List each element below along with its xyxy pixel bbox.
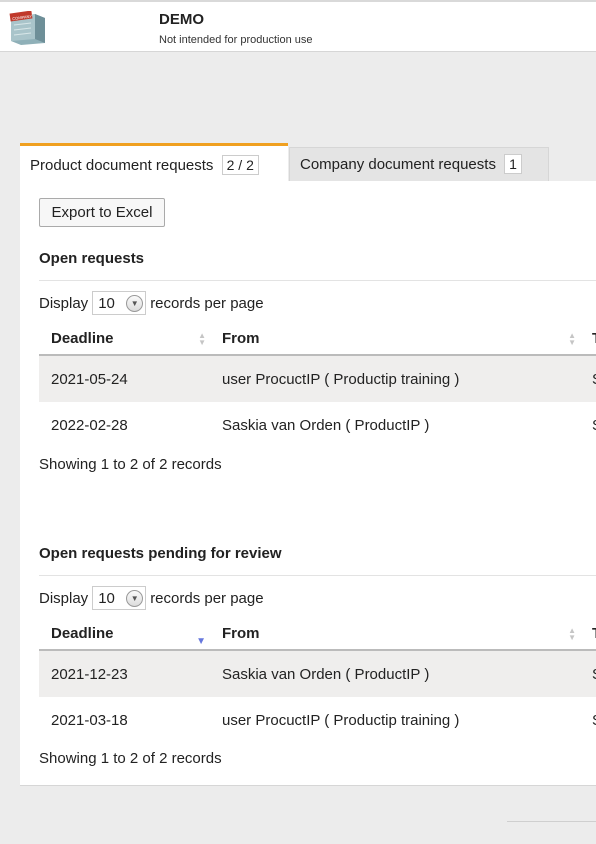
page-size-select[interactable]: 10 ▼ bbox=[92, 291, 147, 315]
records-info: Showing 1 to 2 of 2 records bbox=[39, 750, 222, 767]
app-title: DEMO bbox=[159, 11, 204, 28]
cell-to: S bbox=[580, 697, 596, 744]
divider bbox=[39, 575, 596, 576]
cell-to: S bbox=[580, 355, 596, 402]
page-size-value: 10 bbox=[98, 294, 115, 312]
sort-icon: ▲ ▼ bbox=[568, 626, 576, 642]
app-header: COMPANY DEMO Not intended for production… bbox=[0, 0, 596, 52]
app-subtitle: Not intended for production use bbox=[159, 34, 313, 46]
chevron-down-icon: ▼ bbox=[126, 294, 144, 312]
cell-from: Saskia van Orden ( ProductIP ) bbox=[210, 650, 580, 697]
page-size-control: Display 10 ▼ records per page bbox=[39, 586, 264, 610]
sort-icon: ▲ ▼ bbox=[198, 331, 206, 347]
table-row[interactable]: 2021-03-18 user ProcuctIP ( Productip tr… bbox=[39, 697, 596, 744]
column-header-from[interactable]: From ▲ ▼ bbox=[210, 617, 580, 651]
page-size-select[interactable]: 10 ▼ bbox=[92, 586, 147, 610]
per-page-label: records per page bbox=[150, 294, 264, 312]
column-header-from[interactable]: From ▲ ▼ bbox=[210, 322, 580, 356]
section-title-open-requests: Open requests bbox=[39, 250, 145, 267]
table-row[interactable]: 2022-02-28 Saskia van Orden ( ProductIP … bbox=[39, 402, 596, 449]
page-size-value: 10 bbox=[98, 589, 115, 607]
display-label: Display bbox=[39, 294, 89, 312]
tab-label: Company document requests bbox=[300, 156, 496, 173]
column-header-to[interactable]: T bbox=[580, 322, 596, 356]
display-label: Display bbox=[39, 589, 89, 607]
company-logo-icon: COMPANY bbox=[9, 11, 45, 45]
cell-from: user ProcuctIP ( Productip training ) bbox=[222, 712, 460, 729]
cell-from: Saskia van Orden ( ProductIP ) bbox=[222, 417, 430, 434]
column-header-deadline[interactable]: Deadline ▼ bbox=[39, 617, 210, 651]
open-requests-table: Deadline ▲▼ From ▲▼ T 2021-05-24 user Pr… bbox=[39, 322, 596, 449]
export-to-excel-button[interactable]: Export to Excel bbox=[39, 198, 165, 227]
records-info: Showing 1 to 2 of 2 records bbox=[39, 456, 222, 473]
cell-deadline: 2021-12-23 bbox=[39, 650, 210, 697]
sort-icon: ▲ ▼ bbox=[568, 331, 576, 347]
pending-review-table: Deadline ▼ From ▲▼ T 2021-12-23 Saskia v… bbox=[39, 617, 596, 744]
page-size-control: Display 10 ▼ records per page bbox=[39, 291, 264, 315]
section-title-pending-review: Open requests pending for review bbox=[39, 545, 282, 562]
cell-deadline: 2021-03-18 bbox=[51, 712, 128, 729]
tab-count-badge: 1 bbox=[504, 154, 522, 174]
chevron-down-icon: ▼ bbox=[126, 589, 144, 607]
tab-company-document-requests[interactable]: Company document requests 1 bbox=[289, 147, 549, 181]
column-header-deadline[interactable]: Deadline ▲ ▼ bbox=[39, 322, 210, 356]
tab-product-document-requests[interactable]: Product document requests 2 / 2 bbox=[20, 143, 288, 181]
cell-from: user ProcuctIP ( Productip training ) bbox=[210, 355, 580, 402]
tab-count-badge: 2 / 2 bbox=[221, 155, 259, 175]
per-page-label: records per page bbox=[150, 589, 264, 607]
column-header-to[interactable]: T bbox=[580, 617, 596, 651]
cell-to: S bbox=[580, 650, 596, 697]
cell-deadline: 2021-05-24 bbox=[39, 355, 210, 402]
table-row[interactable]: 2021-05-24 user ProcuctIP ( Productip tr… bbox=[39, 355, 596, 402]
cell-to: S bbox=[580, 402, 596, 449]
tab-panel: Export to Excel Open requests Display 10… bbox=[20, 181, 596, 786]
tab-label: Product document requests bbox=[30, 157, 214, 174]
divider bbox=[507, 821, 596, 822]
table-row[interactable]: 2021-12-23 Saskia van Orden ( ProductIP … bbox=[39, 650, 596, 697]
cell-deadline: 2022-02-28 bbox=[51, 417, 128, 434]
divider bbox=[39, 280, 596, 281]
sort-descending-icon: ▼ bbox=[196, 636, 206, 647]
